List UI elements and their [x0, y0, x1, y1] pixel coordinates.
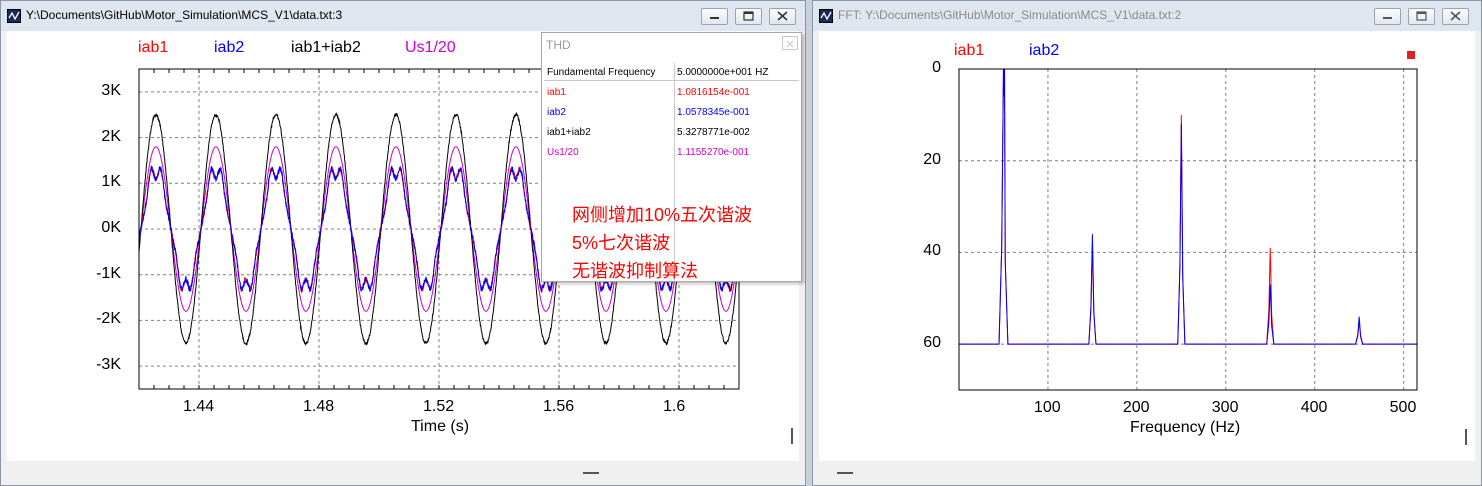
thd-header-label: Fundamental Frequency: [547, 67, 656, 78]
x-tick-label: 300: [1211, 399, 1239, 416]
x-tick-label: 1.56: [543, 398, 575, 415]
thd-row-label: iab1: [547, 87, 566, 98]
status-bar: [813, 461, 1481, 485]
status-bar: [1, 461, 805, 485]
y-tick-label: 40: [923, 242, 941, 260]
thd-row-value: 5.3278771e-002: [677, 127, 750, 138]
x-axis-title: Frequency (Hz): [1130, 419, 1241, 436]
x-axis-title: Time (s): [411, 418, 470, 435]
fft-plot-area: iab1 iab2 60 40 20 0 100 200 300 400 500 Freque…: [819, 31, 1475, 461]
spectrum-line-iab2: [958, 68, 1418, 345]
minimize-button[interactable]: [701, 8, 728, 25]
maximize-button[interactable]: [735, 8, 762, 25]
y-tick-label: 60: [923, 334, 941, 352]
x-tick-label: 1.44: [183, 398, 215, 415]
y-tick-label: 0: [932, 59, 941, 76]
title-bar[interactable]: FFT: Y:\Documents\GitHub\Motor_Simulatio…: [813, 1, 1481, 31]
y-tick-label: 3K: [101, 81, 121, 99]
x-tick-label: 100: [1033, 399, 1061, 416]
y-tick-label: -2K: [96, 310, 121, 328]
thd-row-value: 1.0816154e-001: [677, 87, 750, 98]
y-tick-label: 2K: [101, 127, 121, 145]
app-icon: [7, 9, 21, 23]
spectrum-line-iab1: [958, 68, 1418, 345]
maximize-button[interactable]: [1408, 8, 1435, 25]
resize-grip[interactable]: [837, 472, 853, 474]
annotation-line: 网侧增加10%五次谐波: [572, 205, 753, 225]
y-tick-label: 1K: [101, 173, 121, 191]
fft-plot-window[interactable]: FFT: Y:\Documents\GitHub\Motor_Simulatio…: [812, 0, 1482, 486]
thd-close-button[interactable]: [782, 36, 798, 50]
minimize-button[interactable]: [1374, 8, 1401, 25]
title-bar[interactable]: Y:\Documents\GitHub\Motor_Simulation\MCS…: [1, 1, 805, 31]
splitter-handle[interactable]: [791, 428, 793, 444]
resize-grip[interactable]: [583, 472, 599, 474]
grid-lines: [959, 68, 1417, 390]
x-tick-label: 1.6: [663, 398, 686, 415]
plot-frame: [958, 68, 1418, 391]
thd-row-label: iab2: [547, 107, 566, 118]
x-tick-label: 1.48: [303, 398, 335, 415]
x-tick-label: 500: [1389, 399, 1417, 416]
splitter-handle[interactable]: [1465, 429, 1467, 445]
thd-row-value: 1.0578345e-001: [677, 107, 750, 118]
y-tick-label: 0K: [101, 219, 121, 236]
app-icon: [819, 9, 833, 23]
close-button[interactable]: [1442, 8, 1469, 25]
thd-header-value: 5.0000000e+001 HZ: [677, 67, 769, 78]
header-divider: [544, 80, 799, 81]
annotation-line: 无谐波抑制算法: [572, 261, 698, 281]
x-tick-label: 1.52: [423, 398, 455, 415]
thd-row-value: 1.1155270e-001: [677, 147, 750, 158]
thd-row-label: Us1/20: [547, 147, 579, 158]
x-tick-label: 200: [1122, 399, 1150, 416]
thd-panel[interactable]: THD Fundamental Frequency 5.0000000e+001…: [541, 32, 802, 282]
y-tick-label: -3K: [96, 356, 121, 374]
x-tick-label: 400: [1300, 399, 1328, 416]
y-tick-label: -1K: [96, 264, 121, 282]
y-tick-label: 20: [923, 150, 941, 168]
column-divider: [674, 63, 675, 281]
window-title: FFT: Y:\Documents\GitHub\Motor_Simulatio…: [838, 8, 1182, 22]
thd-title: THD: [546, 38, 571, 52]
thd-row-label: iab1+iab2: [547, 127, 591, 138]
close-button[interactable]: [769, 8, 796, 25]
annotation-line: 5%七次谐波: [572, 233, 671, 253]
window-title: Y:\Documents\GitHub\Motor_Simulation\MCS…: [26, 8, 343, 22]
